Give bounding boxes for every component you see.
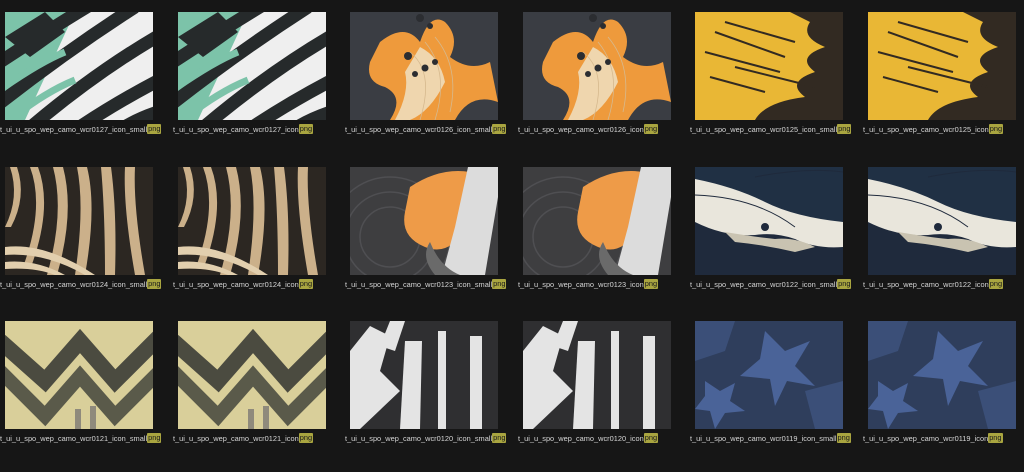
file-base-name: t_ui_u_spo_wep_camo_wcr0121_icon_small — [0, 433, 148, 443]
thumbnail-grid: t_ui_u_spo_wep_camo_wcr0127_icon_small pn… — [0, 0, 1024, 472]
file-item[interactable]: t_ui_u_spo_wep_camo_wcr0119_icon_small pn… — [690, 309, 851, 449]
file-base-name: t_ui_u_spo_wep_camo_wcr0124_icon_small — [0, 279, 148, 289]
file-name-label: t_ui_u_spo_wep_camo_wcr0119_icon_small pn… — [690, 433, 862, 443]
file-extension-badge: png — [298, 124, 314, 134]
file-item[interactable]: t_ui_u_spo_wep_camo_wcr0124_icon png — [173, 155, 333, 295]
file-name-label: t_ui_u_spo_wep_camo_wcr0121_icon png — [173, 433, 345, 443]
file-name-label: t_ui_u_spo_wep_camo_wcr0119_icon png — [863, 433, 1024, 443]
camo-thumbnail[interactable] — [868, 167, 1016, 275]
camo-thumbnail[interactable] — [868, 12, 1016, 120]
file-base-name: t_ui_u_spo_wep_camo_wcr0127_icon — [173, 124, 299, 134]
file-base-name: t_ui_u_spo_wep_camo_wcr0120_icon_small — [345, 433, 493, 443]
file-name-label: t_ui_u_spo_wep_camo_wcr0124_icon_small pn… — [0, 279, 172, 289]
file-base-name: t_ui_u_spo_wep_camo_wcr0125_icon — [863, 124, 989, 134]
file-name-label: t_ui_u_spo_wep_camo_wcr0120_icon_small pn… — [345, 433, 517, 443]
camo-thumbnail[interactable] — [178, 12, 326, 120]
file-item[interactable]: t_ui_u_spo_wep_camo_wcr0124_icon_small pn… — [0, 155, 162, 295]
file-extension-badge: png — [837, 124, 852, 134]
file-name-label: t_ui_u_spo_wep_camo_wcr0124_icon png — [173, 279, 345, 289]
file-item[interactable]: t_ui_u_spo_wep_camo_wcr0122_icon_small pn… — [690, 155, 852, 295]
file-name-label: t_ui_u_spo_wep_camo_wcr0127_icon png — [173, 124, 345, 134]
file-name-label: t_ui_u_spo_wep_camo_wcr0126_icon png — [518, 124, 690, 134]
file-item[interactable]: t_ui_u_spo_wep_camo_wcr0123_icon png — [518, 155, 678, 295]
file-base-name: t_ui_u_spo_wep_camo_wcr0125_icon_small — [690, 124, 838, 134]
file-base-name: t_ui_u_spo_wep_camo_wcr0119_icon_small — [690, 433, 837, 443]
camo-thumbnail[interactable] — [695, 12, 843, 120]
file-extension-badge: png — [147, 124, 162, 134]
file-extension-badge: png — [643, 279, 659, 289]
file-base-name: t_ui_u_spo_wep_camo_wcr0122_icon_small — [690, 279, 838, 289]
file-extension-badge: png — [643, 433, 659, 443]
camo-thumbnail[interactable] — [5, 167, 153, 275]
camo-thumbnail[interactable] — [868, 321, 1016, 429]
file-extension-badge: png — [988, 124, 1004, 134]
file-extension-badge: png — [298, 279, 314, 289]
file-item[interactable]: t_ui_u_spo_wep_camo_wcr0125_icon_small pn… — [690, 0, 852, 140]
camo-thumbnail[interactable] — [350, 167, 498, 275]
file-base-name: t_ui_u_spo_wep_camo_wcr0127_icon_small — [0, 124, 148, 134]
file-extension-badge: png — [492, 433, 507, 443]
camo-thumbnail[interactable] — [178, 167, 326, 275]
file-base-name: t_ui_u_spo_wep_camo_wcr0119_icon — [863, 433, 989, 443]
file-base-name: t_ui_u_spo_wep_camo_wcr0126_icon_small — [345, 124, 493, 134]
file-item[interactable]: t_ui_u_spo_wep_camo_wcr0122_icon png — [863, 155, 1023, 295]
file-base-name: t_ui_u_spo_wep_camo_wcr0126_icon — [518, 124, 644, 134]
file-extension-badge: png — [492, 124, 507, 134]
file-item[interactable]: t_ui_u_spo_wep_camo_wcr0127_icon_small pn… — [0, 0, 162, 140]
file-item[interactable]: t_ui_u_spo_wep_camo_wcr0125_icon png — [863, 0, 1023, 140]
file-item[interactable]: t_ui_u_spo_wep_camo_wcr0127_icon png — [173, 0, 333, 140]
file-name-label: t_ui_u_spo_wep_camo_wcr0127_icon_small pn… — [0, 124, 172, 134]
camo-thumbnail[interactable] — [695, 167, 843, 275]
file-item[interactable]: t_ui_u_spo_wep_camo_wcr0121_icon_small pn… — [0, 309, 162, 449]
file-extension-badge: png — [988, 433, 1003, 443]
file-name-label: t_ui_u_spo_wep_camo_wcr0125_icon_small pn… — [690, 124, 862, 134]
camo-thumbnail[interactable] — [523, 167, 671, 275]
file-name-label: t_ui_u_spo_wep_camo_wcr0122_icon png — [863, 279, 1024, 289]
file-extension-badge: png — [643, 124, 659, 134]
camo-thumbnail[interactable] — [5, 12, 153, 120]
camo-thumbnail[interactable] — [5, 321, 153, 429]
file-extension-badge: png — [298, 433, 314, 443]
file-extension-badge: png — [837, 279, 852, 289]
file-base-name: t_ui_u_spo_wep_camo_wcr0123_icon_small — [345, 279, 493, 289]
file-base-name: t_ui_u_spo_wep_camo_wcr0123_icon — [518, 279, 644, 289]
file-extension-badge: png — [492, 279, 507, 289]
file-base-name: t_ui_u_spo_wep_camo_wcr0124_icon — [173, 279, 299, 289]
file-item[interactable]: t_ui_u_spo_wep_camo_wcr0126_icon png — [518, 0, 678, 140]
file-base-name: t_ui_u_spo_wep_camo_wcr0120_icon — [518, 433, 644, 443]
file-item[interactable]: t_ui_u_spo_wep_camo_wcr0120_icon_small pn… — [345, 309, 507, 449]
file-extension-badge: png — [147, 433, 162, 443]
camo-thumbnail[interactable] — [350, 321, 498, 429]
file-extension-badge: png — [988, 279, 1004, 289]
file-name-label: t_ui_u_spo_wep_camo_wcr0123_icon_small pn… — [345, 279, 517, 289]
file-name-label: t_ui_u_spo_wep_camo_wcr0126_icon_small pn… — [345, 124, 517, 134]
file-item[interactable]: t_ui_u_spo_wep_camo_wcr0123_icon_small pn… — [345, 155, 507, 295]
file-item[interactable]: t_ui_u_spo_wep_camo_wcr0120_icon png — [518, 309, 678, 449]
camo-thumbnail[interactable] — [523, 321, 671, 429]
camo-thumbnail[interactable] — [350, 12, 498, 120]
file-name-label: t_ui_u_spo_wep_camo_wcr0123_icon png — [518, 279, 690, 289]
file-extension-badge: png — [836, 433, 851, 443]
camo-thumbnail[interactable] — [695, 321, 843, 429]
camo-thumbnail[interactable] — [523, 12, 671, 120]
file-extension-badge: png — [147, 279, 162, 289]
camo-thumbnail[interactable] — [178, 321, 326, 429]
file-name-label: t_ui_u_spo_wep_camo_wcr0121_icon_small pn… — [0, 433, 172, 443]
file-item[interactable]: t_ui_u_spo_wep_camo_wcr0121_icon png — [173, 309, 333, 449]
file-name-label: t_ui_u_spo_wep_camo_wcr0125_icon png — [863, 124, 1024, 134]
file-item[interactable]: t_ui_u_spo_wep_camo_wcr0119_icon png — [863, 309, 1023, 449]
file-name-label: t_ui_u_spo_wep_camo_wcr0122_icon_small pn… — [690, 279, 862, 289]
file-name-label: t_ui_u_spo_wep_camo_wcr0120_icon png — [518, 433, 690, 443]
file-base-name: t_ui_u_spo_wep_camo_wcr0122_icon — [863, 279, 989, 289]
file-base-name: t_ui_u_spo_wep_camo_wcr0121_icon — [173, 433, 299, 443]
file-item[interactable]: t_ui_u_spo_wep_camo_wcr0126_icon_small pn… — [345, 0, 507, 140]
